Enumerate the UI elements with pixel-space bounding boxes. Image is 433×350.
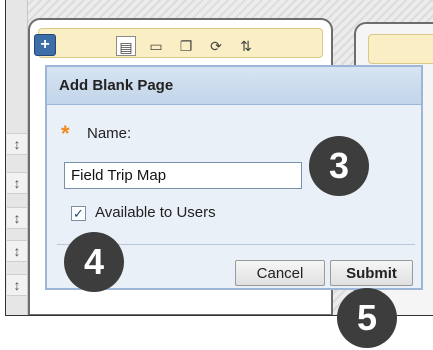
- add-menu-item-button[interactable]: +: [34, 34, 56, 56]
- dialog-title: Add Blank Page: [47, 67, 421, 105]
- name-input[interactable]: [64, 162, 302, 189]
- drag-rail: ↕ ↕ ↕ ↕ ↕: [6, 0, 28, 315]
- submit-button[interactable]: Submit: [330, 260, 413, 286]
- refresh-icon[interactable]: ⟳: [206, 36, 226, 56]
- step-5-badge: 5: [337, 288, 397, 348]
- name-label-text: Name:: [87, 125, 132, 142]
- drag-handle-icon[interactable]: ↕: [7, 133, 27, 155]
- folder-icon[interactable]: ▭: [146, 36, 166, 56]
- required-star-icon: *: [61, 121, 70, 146]
- drag-handle-icon[interactable]: ↕: [7, 172, 27, 194]
- step-3-badge: 3: [309, 136, 369, 196]
- list-view-icon[interactable]: ▤: [116, 36, 136, 56]
- step-4-badge: 4: [64, 232, 124, 292]
- window-icon[interactable]: ❐: [176, 36, 196, 56]
- secondary-panel-header: [368, 34, 433, 64]
- available-to-users-label: Available to Users: [95, 204, 216, 221]
- cancel-button[interactable]: Cancel: [235, 260, 325, 286]
- drag-handle-icon[interactable]: ↕: [7, 240, 27, 262]
- drag-handle-icon[interactable]: ↕: [7, 207, 27, 229]
- sort-icon[interactable]: ⇅: [236, 36, 256, 56]
- drag-handle-icon[interactable]: ↕: [7, 274, 27, 296]
- available-to-users-checkbox[interactable]: ✓: [71, 206, 86, 221]
- toolbar-icons: ▤ ▭ ❐ ⟳ ⇅: [116, 36, 256, 56]
